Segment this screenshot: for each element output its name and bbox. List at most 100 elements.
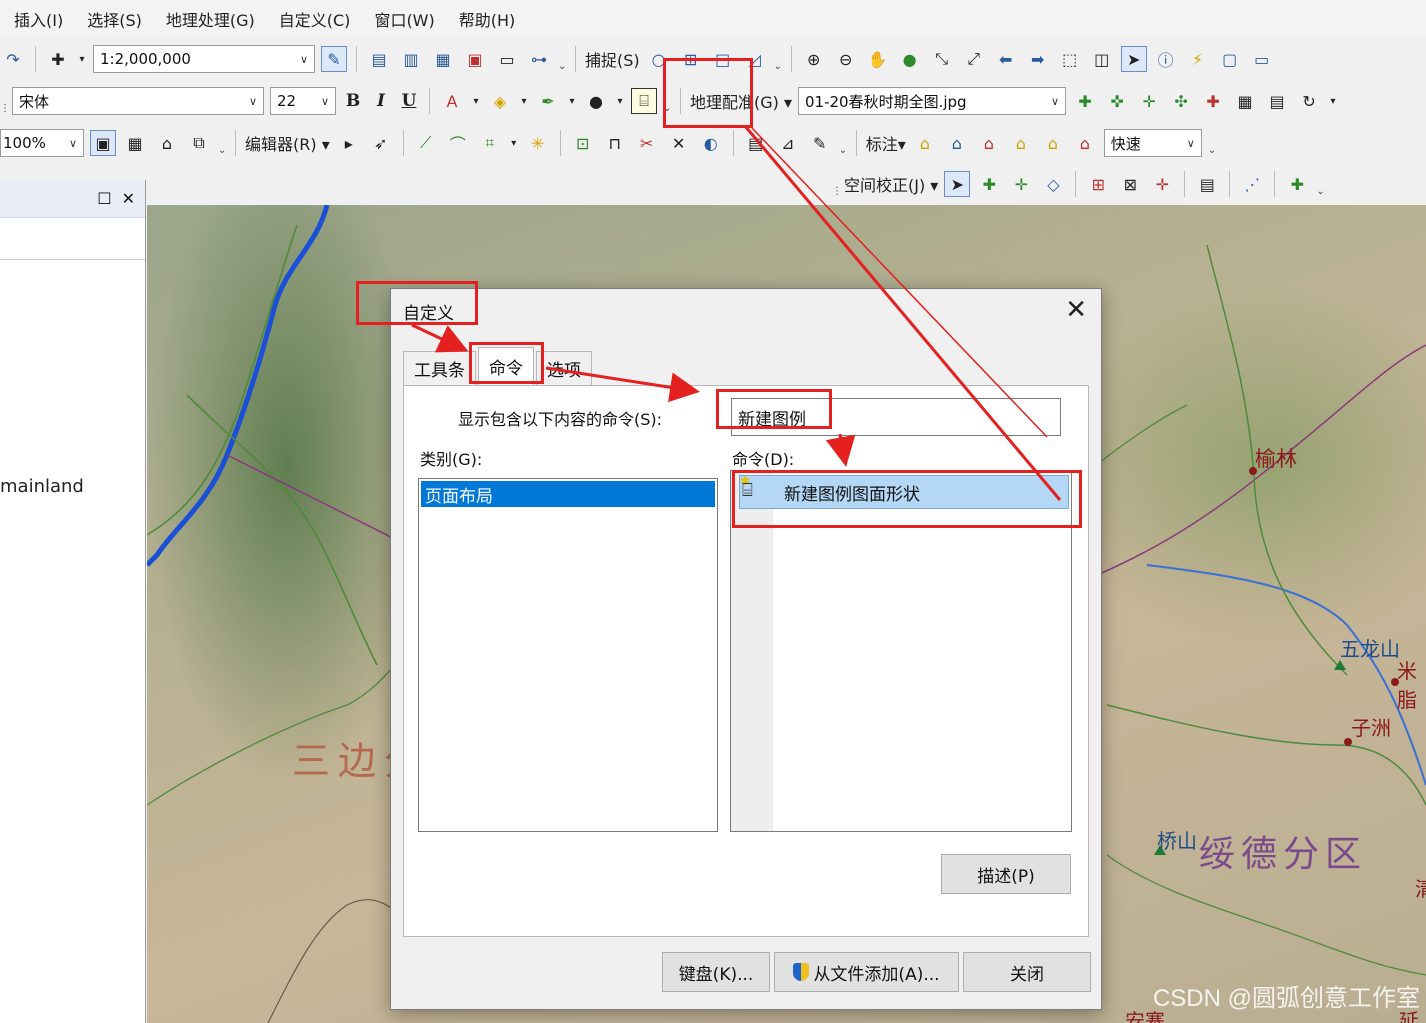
lock-labels-icon[interactable]: ⌂ bbox=[944, 130, 970, 156]
font-color-icon[interactable]: A bbox=[439, 88, 465, 114]
edit-vertices-icon[interactable]: ⊡ bbox=[570, 130, 596, 156]
end-point-arc-icon[interactable]: ⌒ bbox=[445, 130, 471, 156]
command-search-input[interactable]: 新建图例 bbox=[731, 398, 1061, 436]
scale-combo[interactable]: 1:2,000,000 ∨ bbox=[93, 45, 315, 73]
edge-match-icon[interactable]: ⋰ bbox=[1239, 171, 1265, 197]
close-button[interactable]: 关闭 bbox=[963, 952, 1091, 992]
toolbar-grip-icon[interactable]: ⌄ bbox=[1316, 171, 1324, 197]
toolbar-grip-icon[interactable]: ⋮ bbox=[832, 171, 842, 197]
georeferencing-menu[interactable]: 地理配准(G) ▾ bbox=[690, 89, 792, 113]
area-link-icon[interactable]: ⊠ bbox=[1117, 171, 1143, 197]
auto-adjust-icon[interactable]: ✜ bbox=[1104, 88, 1130, 114]
marker-color-dropdown-icon[interactable]: ▾ bbox=[615, 88, 625, 114]
python-window-icon[interactable]: ▭ bbox=[494, 46, 520, 72]
end-snap-icon[interactable]: ⊞ bbox=[678, 46, 704, 72]
menu-geoprocessing[interactable]: 地理处理(G) bbox=[166, 7, 255, 31]
menu-select[interactable]: 选择(S) bbox=[87, 7, 142, 31]
split-icon[interactable]: ✕ bbox=[666, 130, 692, 156]
back-icon[interactable]: ⬅ bbox=[993, 46, 1019, 72]
label-manager-icon[interactable]: ⌂ bbox=[912, 130, 938, 156]
catalog-icon[interactable]: ▥ bbox=[398, 46, 424, 72]
shift-georef-icon[interactable]: ✣ bbox=[1168, 88, 1194, 114]
point-icon[interactable]: ✳ bbox=[525, 130, 551, 156]
attribute-transfer-icon[interactable]: ✚ bbox=[1284, 171, 1310, 197]
straight-segment-icon[interactable]: ⟋ bbox=[413, 130, 439, 156]
rotate-georef-icon[interactable]: ✛ bbox=[1136, 88, 1162, 114]
menu-customize[interactable]: 自定义(C) bbox=[279, 7, 351, 31]
commands-list[interactable]: ✱ ⌸ 新建图例图面形状 bbox=[730, 470, 1072, 832]
tab-commands[interactable]: 命令 bbox=[478, 347, 534, 385]
model-builder-icon[interactable]: ⊶ bbox=[526, 46, 552, 72]
menu-window[interactable]: 窗口(W) bbox=[374, 7, 434, 31]
font-color-dropdown-icon[interactable]: ▾ bbox=[471, 88, 481, 114]
snapping-menu[interactable]: 捕捉(S) bbox=[585, 47, 640, 71]
add-data-icon[interactable]: ✚ bbox=[45, 46, 71, 72]
add-data-dropdown-icon[interactable]: ▾ bbox=[77, 46, 87, 72]
layer-name[interactable]: mainland bbox=[0, 476, 84, 497]
label-weight-icon[interactable]: ⌂ bbox=[1072, 130, 1098, 156]
fixed-zoom-out-icon[interactable]: ⤢ bbox=[961, 46, 987, 72]
data-view-icon[interactable]: ▦ bbox=[122, 130, 148, 156]
view-link-table-icon[interactable]: ▦ bbox=[1232, 88, 1258, 114]
select-elements-icon[interactable]: ➤ bbox=[1120, 46, 1147, 72]
category-list[interactable]: 页面布局 bbox=[418, 478, 718, 832]
trace-icon[interactable]: ⌗ bbox=[477, 130, 503, 156]
tab-toolbars[interactable]: 工具条 bbox=[403, 351, 476, 385]
fixed-zoom-in-icon[interactable]: ⤡ bbox=[929, 46, 955, 72]
vertex-snap-icon[interactable]: □ bbox=[710, 46, 736, 72]
rotate-tool-icon[interactable]: ◐ bbox=[698, 130, 724, 156]
multiple-displacement-icon[interactable]: ◇ bbox=[1040, 171, 1066, 197]
list-item[interactable]: 页面布局 bbox=[421, 481, 715, 507]
attributes-icon[interactable]: ▤ bbox=[743, 130, 769, 156]
underline-button[interactable]: U bbox=[398, 91, 420, 111]
new-displacement-link-icon[interactable]: ✚ bbox=[976, 171, 1002, 197]
view-unplaced-labels-icon[interactable]: ⌂ bbox=[976, 130, 1002, 156]
modify-link-icon[interactable]: ✛ bbox=[1008, 171, 1034, 197]
editor-toolbar-icon[interactable]: ✎ bbox=[321, 46, 347, 72]
bold-button[interactable]: B bbox=[342, 91, 364, 111]
identity-link-icon[interactable]: ⊞ bbox=[1085, 171, 1111, 197]
rotate-dropdown-icon[interactable]: ▾ bbox=[1328, 88, 1338, 114]
line-color-icon[interactable]: ✒ bbox=[535, 88, 561, 114]
label-priority-icon[interactable]: ⌂ bbox=[1040, 130, 1066, 156]
toolbar-grip-icon[interactable]: ⌄ bbox=[774, 46, 782, 72]
menu-help[interactable]: 帮助(H) bbox=[459, 7, 516, 31]
close-icon[interactable]: ✕ bbox=[1065, 295, 1087, 325]
font-name-combo[interactable]: 宋体 ∨ bbox=[12, 87, 264, 115]
labeling-menu[interactable]: 标注▾ bbox=[866, 131, 906, 155]
measure-icon[interactable]: ▭ bbox=[1249, 46, 1275, 72]
create-features-icon[interactable]: ✎ bbox=[807, 130, 833, 156]
toolbar-grip-icon[interactable]: ⌄ bbox=[663, 88, 671, 114]
cut-polygons-icon[interactable]: ✂ bbox=[634, 130, 660, 156]
tab-options[interactable]: 选项 bbox=[536, 351, 592, 385]
toolbar-grip-icon[interactable]: ⋮ bbox=[0, 88, 10, 114]
rotate-icon[interactable]: ↻ bbox=[1296, 88, 1322, 114]
clear-selection-icon[interactable]: ◫ bbox=[1089, 46, 1115, 72]
delete-control-points-icon[interactable]: ✚ bbox=[1200, 88, 1226, 114]
table-of-contents-icon[interactable]: ▤ bbox=[366, 46, 392, 72]
clear-links-icon[interactable]: ✛ bbox=[1149, 171, 1175, 197]
maximize-icon[interactable]: ☐ bbox=[97, 189, 111, 208]
sketch-properties-icon[interactable]: ⊿ bbox=[775, 130, 801, 156]
toolbar-grip-icon[interactable]: ⌄ bbox=[839, 130, 847, 156]
select-elements-icon[interactable]: ➤ bbox=[944, 171, 971, 197]
line-color-dropdown-icon[interactable]: ▾ bbox=[567, 88, 577, 114]
link-table-icon[interactable]: ▤ bbox=[1264, 88, 1290, 114]
font-size-combo[interactable]: 22 ∨ bbox=[270, 87, 336, 115]
fill-color-dropdown-icon[interactable]: ▾ bbox=[519, 88, 529, 114]
html-popup-icon[interactable]: ▢ bbox=[1217, 46, 1243, 72]
forward-icon[interactable]: ➡ bbox=[1025, 46, 1051, 72]
add-from-file-button[interactable]: 从文件添加(A)... bbox=[774, 952, 959, 992]
georef-layer-combo[interactable]: 01-20春秋时期全图.jpg ∨ bbox=[798, 87, 1067, 115]
editor-menu[interactable]: 编辑器(R) ▾ bbox=[245, 131, 330, 155]
zoom-combo[interactable]: 100% ∨ bbox=[0, 129, 84, 157]
add-control-points-icon[interactable]: ✚ bbox=[1072, 88, 1098, 114]
keyboard-button[interactable]: 键盘(K)... bbox=[662, 952, 770, 992]
zoom-out-icon[interactable]: ⊖ bbox=[833, 46, 859, 72]
reshape-icon[interactable]: ⊓ bbox=[602, 130, 628, 156]
menu-insert[interactable]: 插入(I) bbox=[14, 7, 63, 31]
edit-annotation-icon[interactable]: ➶ bbox=[368, 130, 394, 156]
edit-tool-icon[interactable]: ▸ bbox=[336, 130, 362, 156]
full-extent-icon[interactable]: ● bbox=[897, 46, 923, 72]
arctoolbox-icon[interactable]: ▣ bbox=[462, 46, 488, 72]
